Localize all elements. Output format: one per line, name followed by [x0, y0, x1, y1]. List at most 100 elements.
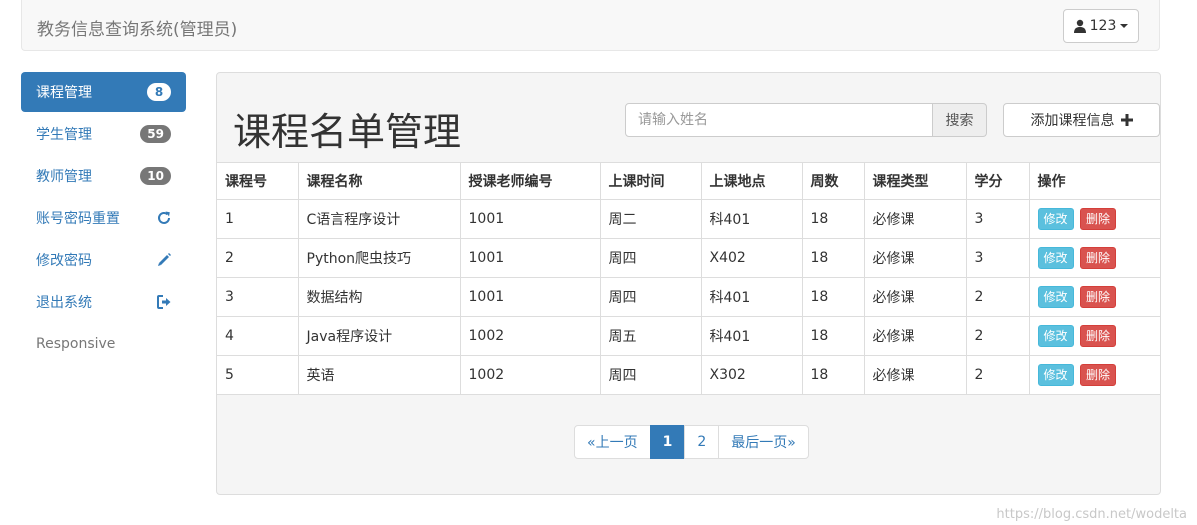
- table-cell: 2: [217, 238, 299, 278]
- delete-button[interactable]: 删除: [1079, 208, 1116, 230]
- app-title[interactable]: 教务信息查询系统(管理员): [37, 15, 237, 40]
- table-cell: 2: [965, 316, 1030, 356]
- sidebar-item-label: 退出系统: [36, 295, 92, 311]
- table-cell: X302: [700, 355, 803, 395]
- table-row: 2 Python爬虫技巧 1001 周四 X402 18 必修课 3 修改 删除: [217, 238, 1160, 278]
- table-cell: 18: [801, 199, 865, 239]
- table-row: 1 C语言程序设计 1001 周二 科401 18 必修课 3 修改 删除: [217, 199, 1160, 239]
- logout-icon: [157, 295, 171, 309]
- table-actions-cell: 修改 删除: [1028, 316, 1160, 356]
- sidebar: 课程管理 8 学生管理 59 教师管理 10 账号密码重置 修改密码 退出系统 …: [21, 72, 186, 366]
- watermark: https://blog.csdn.net/wodelta: [996, 507, 1187, 522]
- search-group: 搜索: [625, 103, 987, 137]
- page-link-2[interactable]: 2: [684, 425, 720, 459]
- prev-page-link[interactable]: «上一页: [574, 425, 651, 459]
- sidebar-item-label: Responsive: [36, 336, 116, 352]
- search-input[interactable]: [625, 103, 933, 137]
- table-cell: 周五: [599, 316, 702, 356]
- pagination: «上一页 1 2 最后一页»: [574, 425, 809, 459]
- sidebar-item-student-management[interactable]: 学生管理 59: [21, 114, 186, 154]
- table-cell: 英语: [297, 355, 461, 395]
- table-cell: 必修课: [863, 355, 967, 395]
- table-cell: 科401: [700, 316, 803, 356]
- column-header: 上课地点: [700, 162, 803, 200]
- table-cell: 必修课: [863, 316, 967, 356]
- table-cell: 1001: [459, 199, 601, 239]
- table-cell: 2: [965, 355, 1030, 395]
- sidebar-item-label: 学生管理: [36, 127, 92, 143]
- table-row: 5 英语 1002 周四 X302 18 必修课 2 修改 删除: [217, 355, 1160, 395]
- pencil-icon: [158, 253, 171, 266]
- table-cell: 科401: [700, 277, 803, 317]
- delete-button[interactable]: 删除: [1079, 325, 1116, 347]
- column-header: 周数: [801, 162, 865, 200]
- table-cell: 科401: [700, 199, 803, 239]
- last-page-link[interactable]: 最后一页»: [718, 425, 809, 459]
- sidebar-item-label: 教师管理: [36, 169, 92, 185]
- table-cell: 周四: [599, 355, 702, 395]
- table-cell: 3: [965, 238, 1030, 278]
- column-header: 学分: [965, 162, 1030, 200]
- table-header-row: 课程号 课程名称 授课老师编号 上课时间 上课地点 周数 课程类型 学分 操作: [217, 162, 1160, 200]
- table-cell: 周四: [599, 277, 702, 317]
- sidebar-item-change-password[interactable]: 修改密码: [21, 240, 186, 280]
- sidebar-item-logout[interactable]: 退出系统: [21, 282, 186, 322]
- search-button[interactable]: 搜索: [933, 103, 987, 137]
- table-cell: 数据结构: [297, 277, 461, 317]
- top-navbar: 教务信息查询系统(管理员) 123: [21, 0, 1160, 51]
- column-header: 课程号: [217, 162, 299, 200]
- column-header: 课程名称: [297, 162, 461, 200]
- user-icon: [1073, 19, 1086, 33]
- student-count-badge: 59: [140, 125, 171, 143]
- page-link-1[interactable]: 1: [649, 425, 686, 459]
- table-cell: 18: [801, 238, 865, 278]
- delete-button[interactable]: 删除: [1079, 247, 1116, 269]
- table-cell: X402: [700, 238, 803, 278]
- table-cell: 1: [217, 199, 299, 239]
- course-table: 课程号 课程名称 授课老师编号 上课时间 上课地点 周数 课程类型 学分 操作 …: [217, 162, 1160, 395]
- table-cell: 3: [217, 277, 299, 317]
- table-actions-cell: 修改 删除: [1028, 199, 1160, 239]
- column-header: 课程类型: [863, 162, 967, 200]
- sidebar-item-label: 课程管理: [36, 85, 92, 101]
- table-cell: 2: [965, 277, 1030, 317]
- table-row: 3 数据结构 1001 周四 科401 18 必修课 2 修改 删除: [217, 277, 1160, 317]
- table-cell: 周四: [599, 238, 702, 278]
- table-cell: 18: [801, 277, 865, 317]
- column-header: 授课老师编号: [459, 162, 601, 200]
- table-cell: 必修课: [863, 277, 967, 317]
- table-cell: 必修课: [863, 238, 967, 278]
- sidebar-item-course-management[interactable]: 课程管理 8: [21, 72, 186, 112]
- table-cell: 5: [217, 355, 299, 395]
- edit-button[interactable]: 修改: [1037, 364, 1074, 386]
- refresh-icon: [158, 211, 170, 224]
- course-panel: 课程名单管理 搜索 添加课程信息 课程号 课程名称 授课老师编号 上课时间 上课…: [216, 72, 1161, 495]
- plus-icon: [1120, 114, 1133, 126]
- column-header: 操作: [1028, 162, 1160, 200]
- edit-button[interactable]: 修改: [1037, 286, 1074, 308]
- table-cell: 1001: [459, 277, 601, 317]
- table-row: 4 Java程序设计 1002 周五 科401 18 必修课 2 修改 删除: [217, 316, 1160, 356]
- edit-button[interactable]: 修改: [1037, 247, 1074, 269]
- table-cell: 1002: [459, 316, 601, 356]
- sidebar-item-teacher-management[interactable]: 教师管理 10: [21, 156, 186, 196]
- table-actions-cell: 修改 删除: [1028, 355, 1160, 395]
- add-course-button[interactable]: 添加课程信息: [1003, 103, 1160, 137]
- edit-button[interactable]: 修改: [1037, 325, 1074, 347]
- user-menu-button[interactable]: 123: [1063, 9, 1139, 43]
- user-name: 123: [1089, 18, 1117, 34]
- caret-down-icon: [1120, 24, 1129, 28]
- delete-button[interactable]: 删除: [1079, 286, 1116, 308]
- course-count-badge: 8: [147, 83, 171, 101]
- table-actions-cell: 修改 删除: [1028, 277, 1160, 317]
- teacher-count-badge: 10: [140, 167, 171, 185]
- table-cell: 3: [965, 199, 1030, 239]
- delete-button[interactable]: 删除: [1079, 364, 1116, 386]
- sidebar-item-label: 修改密码: [36, 253, 92, 269]
- sidebar-item-reset-password[interactable]: 账号密码重置: [21, 198, 186, 238]
- table-cell: Python爬虫技巧: [297, 238, 461, 278]
- table-cell: 周二: [599, 199, 702, 239]
- table-cell: 18: [801, 355, 865, 395]
- edit-button[interactable]: 修改: [1037, 208, 1074, 230]
- table-cell: Java程序设计: [297, 316, 461, 356]
